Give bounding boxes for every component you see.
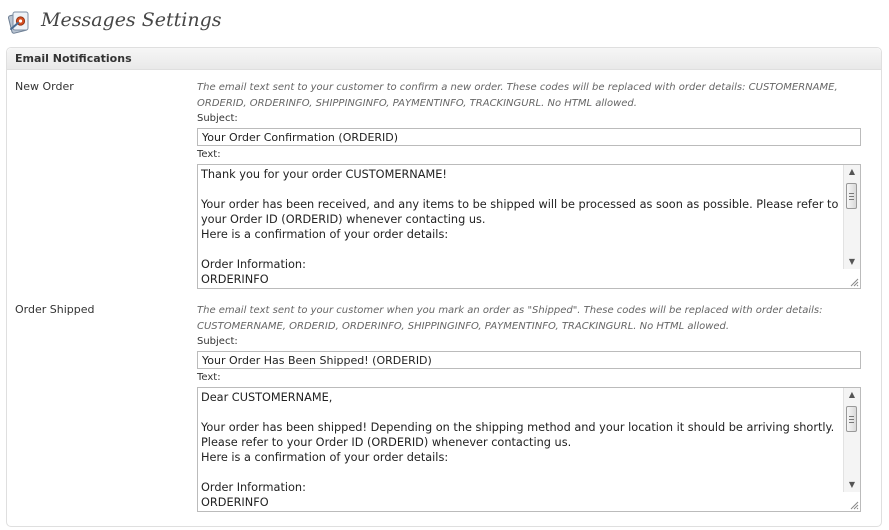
new-order-subject-field[interactable]: Your Order Confirmation (ORDERID) <box>197 128 861 146</box>
new-order-description: The email text sent to your customer to … <box>197 82 838 109</box>
scroll-up-arrow-icon[interactable]: ▲ <box>844 388 860 402</box>
new-order-subject-label: Subject: <box>197 113 238 124</box>
order-shipped-description: The email text sent to your customer whe… <box>197 305 823 332</box>
page-title: Messages Settings <box>41 9 222 31</box>
new-order-text-area[interactable]: Thank you for your order CUSTOMERNAME! Y… <box>197 164 861 289</box>
resize-handle-icon[interactable] <box>849 500 859 510</box>
new-order-scrollbar[interactable]: ▲ ▼ <box>843 165 860 269</box>
order-shipped-label: Order Shipped <box>15 303 95 316</box>
new-order-text-label: Text: <box>197 149 221 160</box>
order-shipped-text-area[interactable]: Dear CUSTOMERNAME, Your order has been s… <box>197 387 861 512</box>
settings-page-icon <box>7 8 33 34</box>
scroll-thumb[interactable] <box>846 406 857 432</box>
order-shipped-subject-label: Subject: <box>197 336 238 347</box>
scroll-thumb[interactable] <box>846 183 857 209</box>
page-header: Messages Settings <box>0 0 889 44</box>
order-shipped-text-content: Dear CUSTOMERNAME, Your order has been s… <box>201 391 835 509</box>
scroll-down-arrow-icon[interactable]: ▼ <box>844 255 860 269</box>
section-title: Email Notifications <box>7 48 881 70</box>
resize-handle-icon[interactable] <box>849 277 859 287</box>
new-order-label: New Order <box>15 80 74 93</box>
new-order-text-content: Thank you for your order CUSTOMERNAME! Y… <box>201 168 839 286</box>
order-shipped-text-label: Text: <box>197 372 221 383</box>
scroll-down-arrow-icon[interactable]: ▼ <box>844 478 860 492</box>
order-shipped-scrollbar[interactable]: ▲ ▼ <box>843 388 860 492</box>
scroll-up-arrow-icon[interactable]: ▲ <box>844 165 860 179</box>
order-shipped-subject-field[interactable]: Your Order Has Been Shipped! (ORDERID) <box>197 351 861 369</box>
